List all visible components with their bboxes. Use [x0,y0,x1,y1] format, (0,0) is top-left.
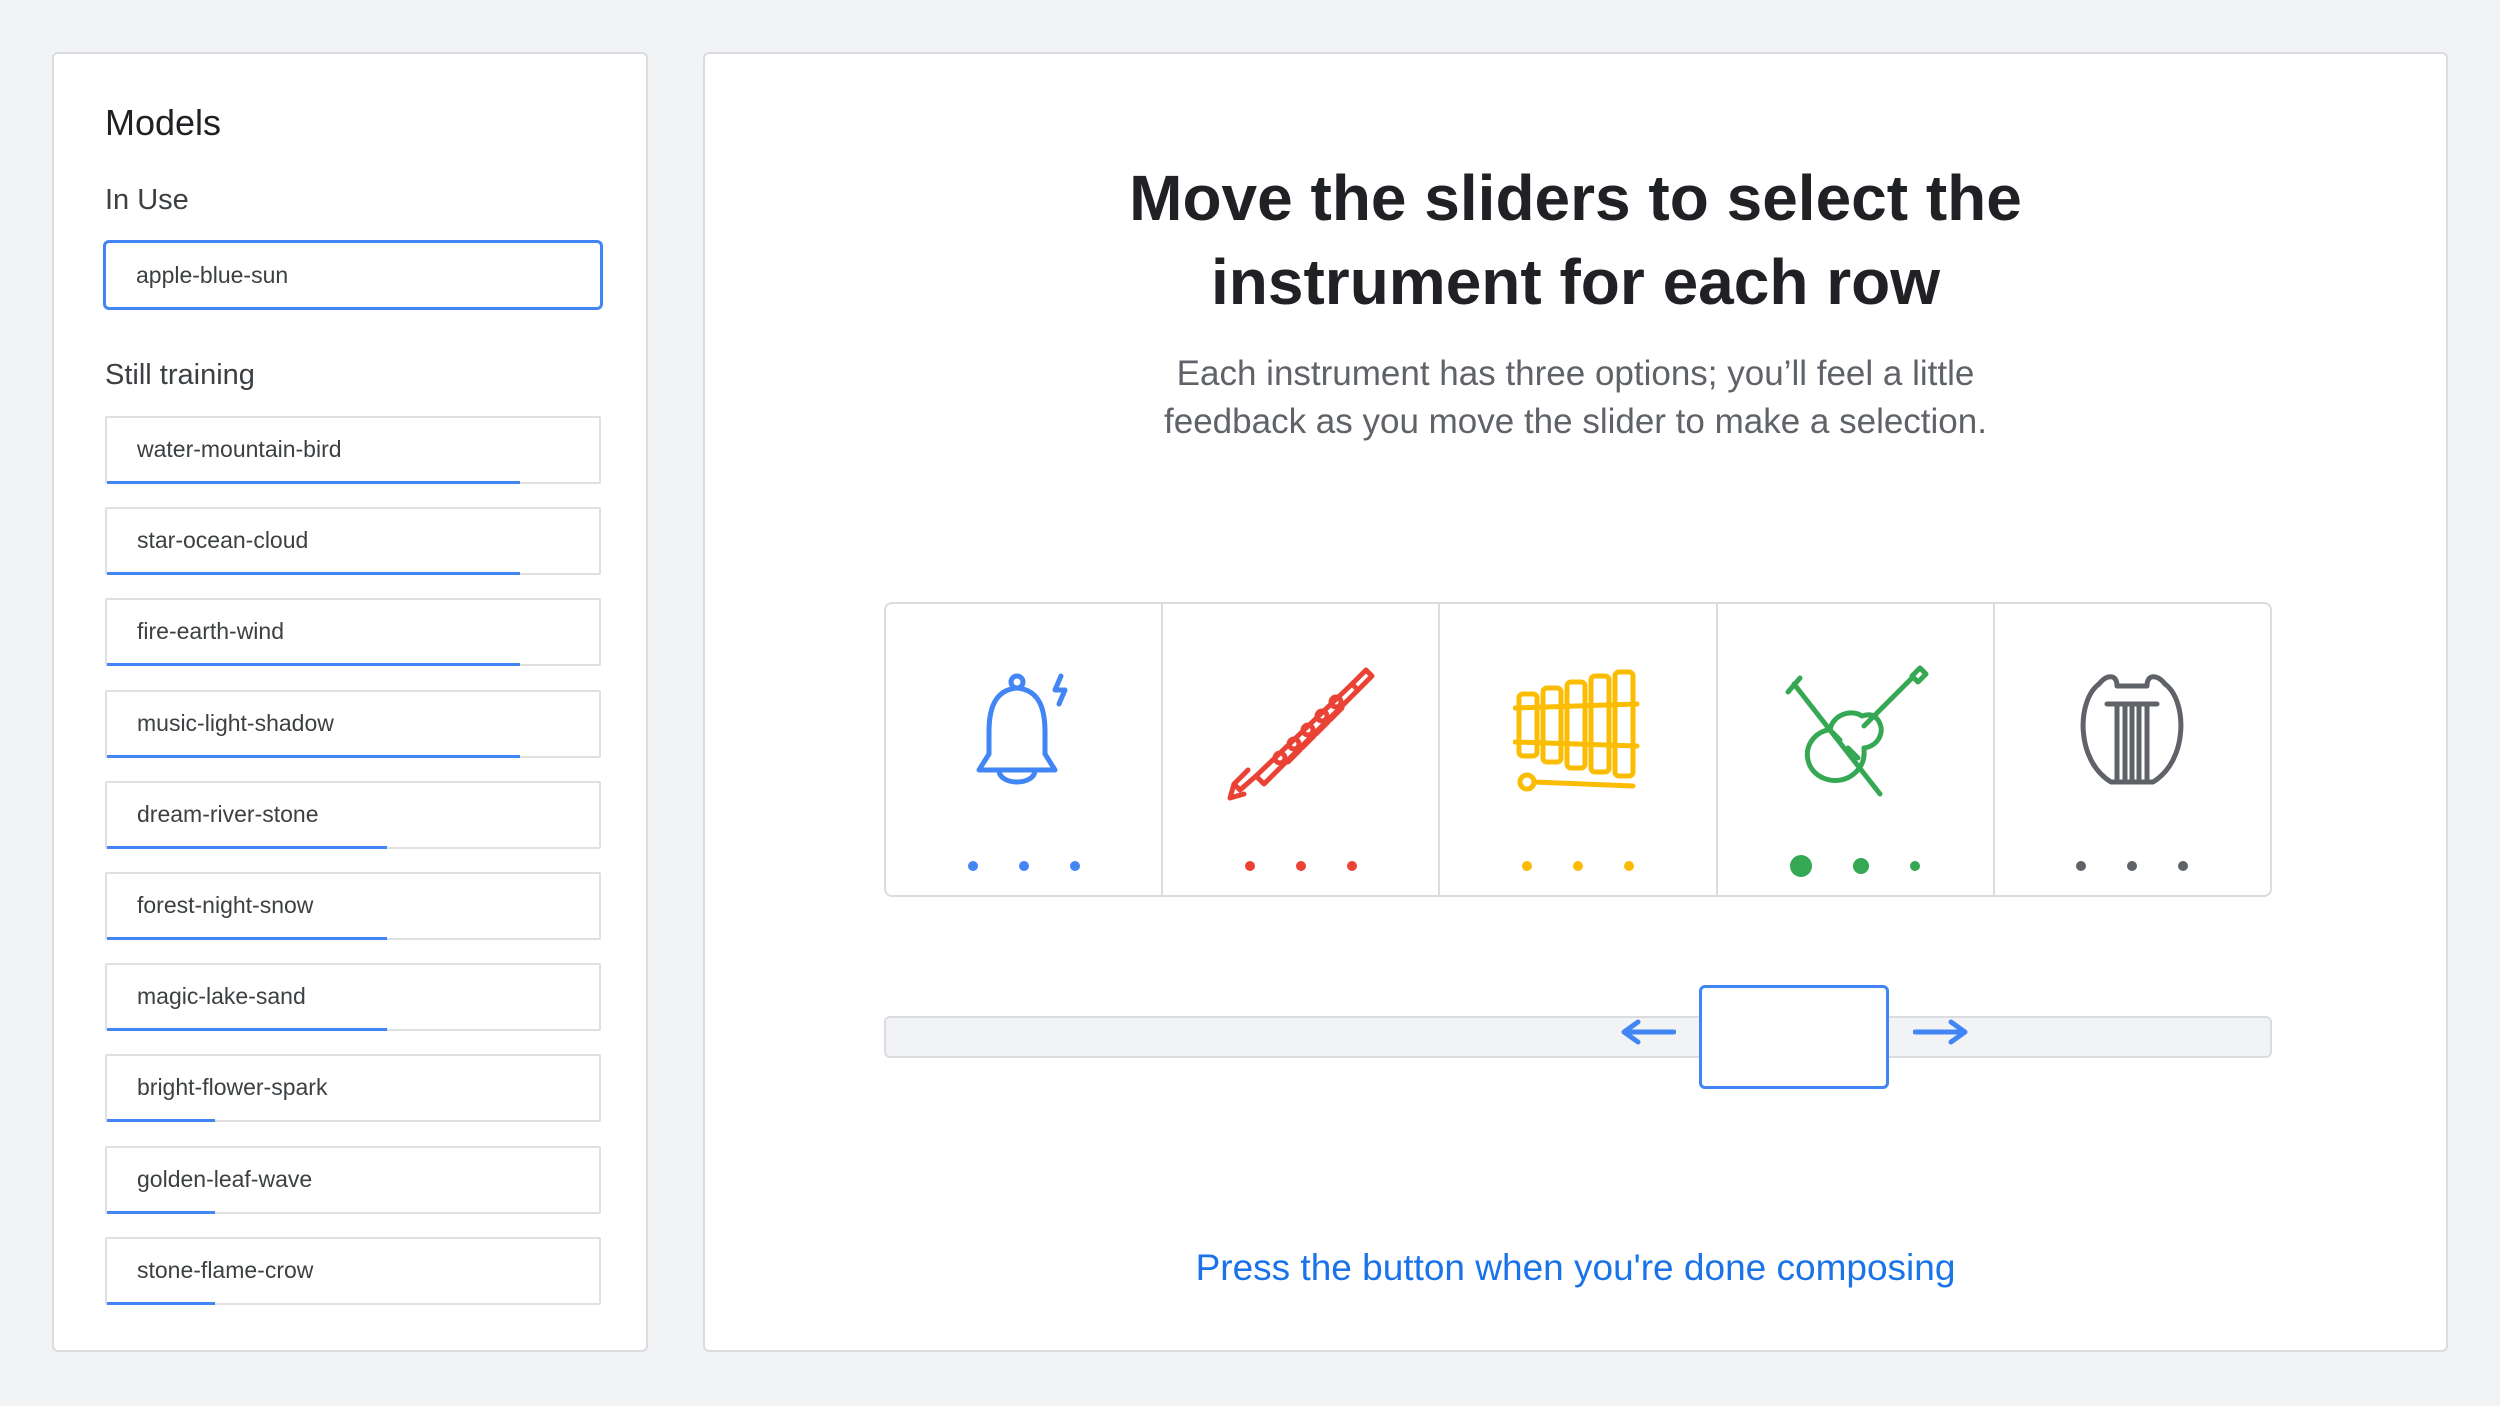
training-model-name: golden-leaf-wave [137,1165,313,1192]
training-model-name: water-mountain-bird [137,436,342,462]
lyre-icon [2081,674,2184,785]
training-progress-bar [107,1028,388,1032]
training-model-item[interactable]: forest-night-snow [105,871,601,940]
option-dot[interactable] [1522,861,1532,871]
instrument-xylophone[interactable] [1440,604,1718,895]
training-model-item[interactable]: magic-lake-sand [105,963,601,1032]
option-dot[interactable] [1573,861,1583,871]
xylophone-option-dots [1440,852,1715,880]
right-arrow-icon [1913,1019,1968,1045]
training-model-name: dream-river-stone [137,800,319,827]
option-dot[interactable] [1910,861,1921,871]
option-dot[interactable] [1346,861,1357,871]
instrument-lyre[interactable] [1995,604,2270,895]
xylophone-icon [1513,669,1640,792]
page-subtitle-line1: Each instrument has three options; you’l… [1176,354,1975,393]
training-progress-bar [107,845,388,849]
training-model-name: stone-flame-crow [137,1256,314,1283]
slider-thumb[interactable] [1699,985,1889,1089]
option-dot[interactable] [2178,861,2189,871]
option-dot[interactable] [1295,861,1306,871]
training-model-item[interactable]: water-mountain-bird [105,416,601,484]
violin-icon [1785,665,1929,797]
training-progress-bar [107,1119,216,1123]
training-model-name: star-ocean-cloud [137,527,309,554]
training-progress-bar [107,572,521,576]
training-model-name: bright-flower-spark [137,1074,328,1101]
training-model-name: music-light-shadow [137,709,334,736]
option-dot[interactable] [1790,855,1813,877]
training-model-item[interactable]: fire-earth-wind [105,598,601,667]
training-model-name: fire-earth-wind [137,618,284,645]
option-dot[interactable] [1624,861,1634,871]
in-use-label: In Use [105,184,189,216]
left-arrow-icon [1621,1019,1676,1045]
training-model-item[interactable]: music-light-shadow [105,689,601,758]
training-model-item[interactable]: golden-leaf-wave [105,1145,601,1214]
models-sidebar: Models In Use apple-blue-sun Still train… [52,52,648,1352]
training-model-item[interactable]: stone-flame-crow [105,1236,601,1305]
violin-option-dots [1718,852,1993,880]
option-dot[interactable] [1853,858,1870,874]
instrument-violin[interactable] [1718,604,1995,895]
main-panel: Move the sliders to select the instrumen… [703,52,2448,1352]
training-model-name: forest-night-snow [137,891,314,918]
clarinet-icon [1227,667,1375,801]
model-in-use[interactable]: apple-blue-sun [103,240,603,310]
still-training-label: Still training [105,359,255,391]
training-progress-bar [107,1301,216,1305]
instrument-row [884,602,2272,897]
page-subtitle-line2: feedback as you move the slider to make … [1164,402,1987,441]
training-model-item[interactable]: star-ocean-cloud [105,507,601,576]
page-title-line2: instrument for each row [1211,246,1940,318]
slider-track[interactable] [884,1016,2272,1058]
training-model-item[interactable]: dream-river-stone [105,780,601,849]
sidebar-title: Models [105,102,222,143]
training-progress-bar [107,663,521,667]
training-progress-bar [107,1210,216,1214]
training-progress-bar [107,481,521,484]
lyre-option-dots [1995,852,2270,880]
training-progress-bar [107,936,388,940]
option-dot[interactable] [1018,861,1029,871]
option-dot[interactable] [1069,861,1080,871]
training-progress-bar [107,754,521,758]
page-title: Move the sliders to select the instrumen… [705,156,2446,324]
bell-option-dots [886,852,1161,880]
training-model-list: water-mountain-bird star-ocean-cloud fire-… [105,416,601,1328]
training-model-name: magic-lake-sand [137,983,306,1010]
training-model-item[interactable]: bright-flower-spark [105,1054,601,1123]
page-title-line1: Move the sliders to select the [1129,162,2022,234]
clarinet-option-dots [1163,852,1438,880]
instrument-clarinet[interactable] [1163,604,1441,895]
option-dot[interactable] [2076,861,2087,871]
bell-icon [976,673,1068,785]
instrument-bell[interactable] [886,604,1164,895]
option-dot[interactable] [967,861,978,871]
option-dot[interactable] [1244,861,1255,871]
page-subtitle: Each instrument has three options; you’l… [705,350,2446,446]
option-dot[interactable] [2127,861,2138,871]
done-composing-link[interactable]: Press the button when you're done compos… [705,1247,2446,1289]
